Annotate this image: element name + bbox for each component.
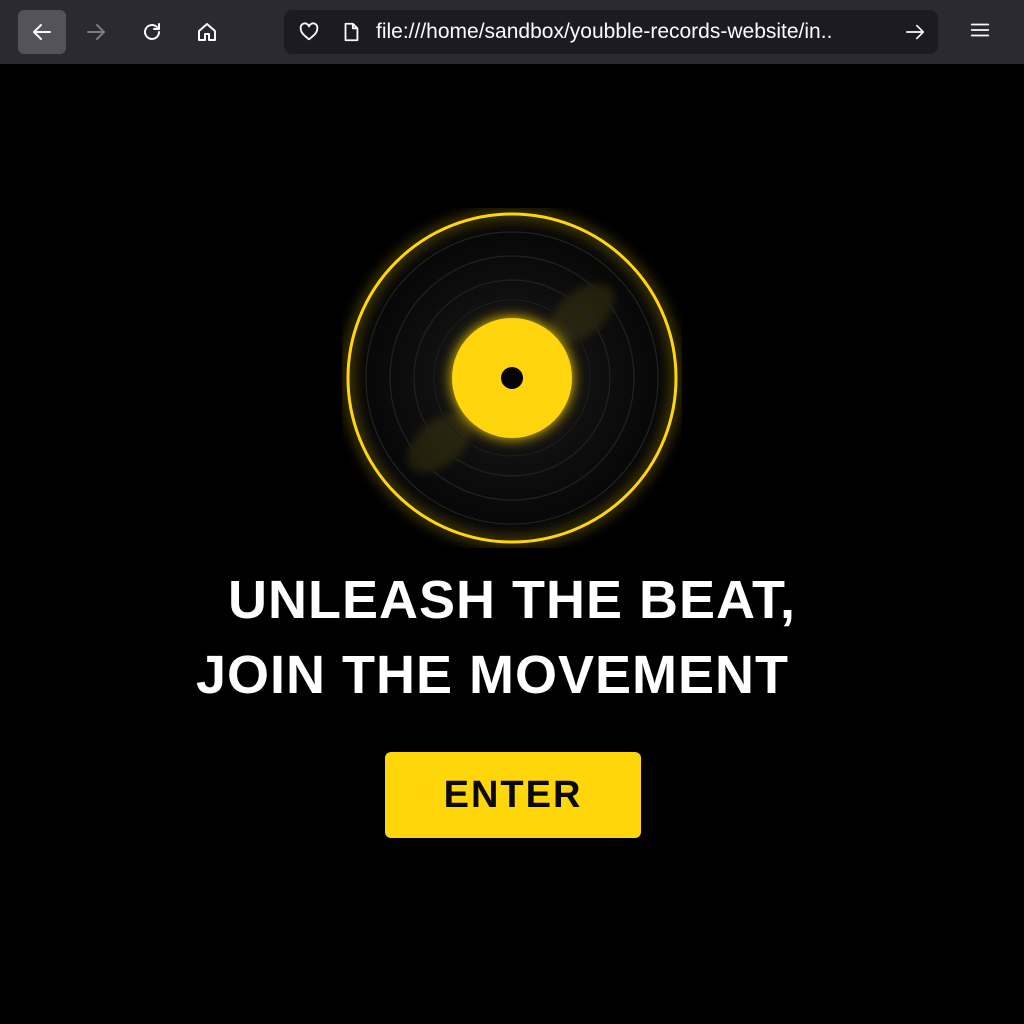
url-text[interactable]: file:///home/sandbox/youbble-records-web… <box>376 10 896 54</box>
arrow-right-icon[interactable] <box>904 21 926 43</box>
headline-line-1: UNLEASH THE BEAT, <box>228 570 797 630</box>
browser-toolbar: file:///home/sandbox/youbble-records-web… <box>0 0 1024 64</box>
page-content <box>0 64 1024 1024</box>
url-bar[interactable]: file:///home/sandbox/youbble-records-web… <box>284 10 938 54</box>
forward-button[interactable] <box>72 10 120 54</box>
home-button[interactable] <box>183 10 231 54</box>
back-button[interactable] <box>18 10 66 54</box>
arrow-left-icon <box>30 20 54 44</box>
vinyl-record-logo <box>342 208 682 548</box>
enter-button[interactable]: ENTER <box>385 752 641 838</box>
arrow-right-icon <box>84 20 108 44</box>
home-icon <box>195 20 219 44</box>
menu-button[interactable] <box>958 10 1002 54</box>
hamburger-menu-icon <box>969 19 991 46</box>
headline-line-2: JOIN THE MOVEMENT <box>196 645 790 705</box>
reload-button[interactable] <box>128 10 176 54</box>
reload-icon <box>140 20 164 44</box>
page-icon[interactable] <box>340 21 362 43</box>
shield-heart-icon[interactable] <box>298 21 320 43</box>
